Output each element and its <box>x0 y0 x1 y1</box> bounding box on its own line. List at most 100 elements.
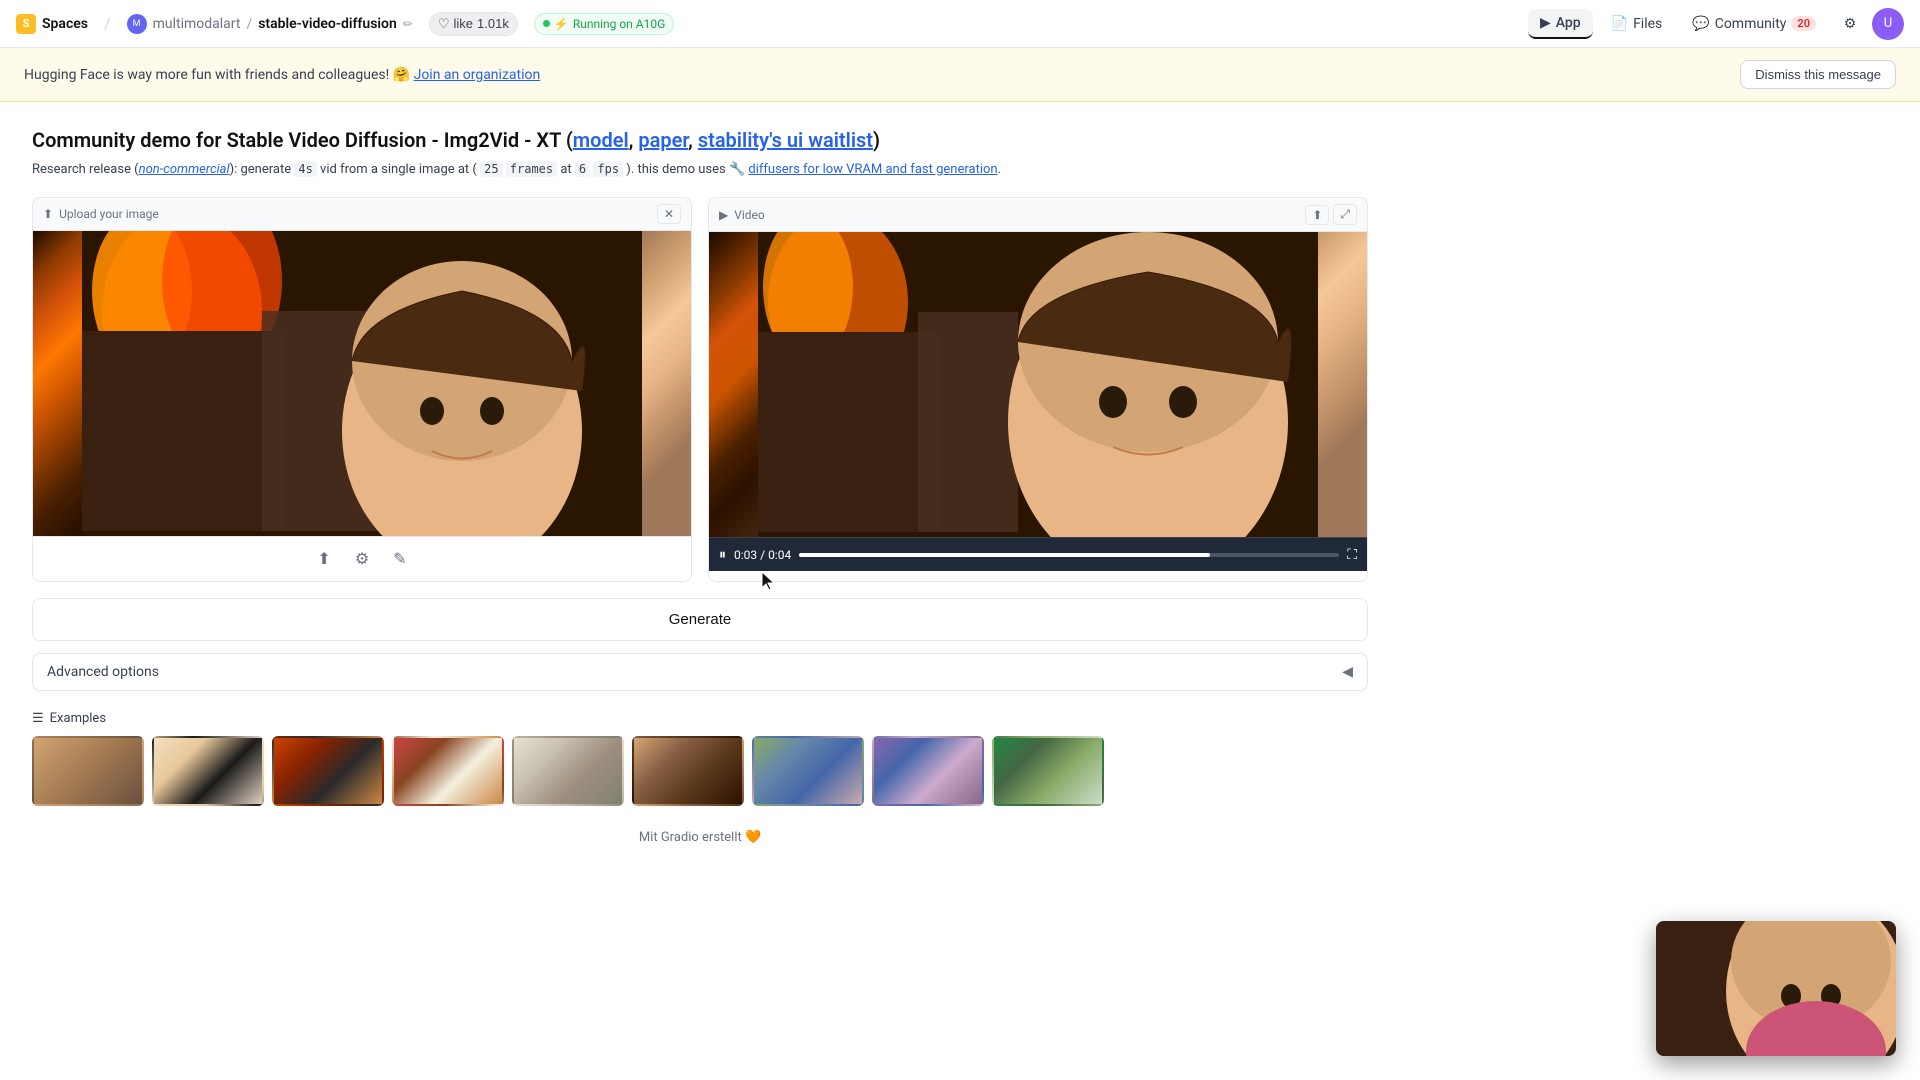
floating-video-widget[interactable] <box>1656 921 1896 1056</box>
files-icon: 📄 <box>1611 16 1628 32</box>
example-thumb-5[interactable] <box>512 736 624 806</box>
spaces-label: Spaces <box>42 16 88 32</box>
dismiss-button[interactable]: Dismiss this message <box>1740 60 1896 89</box>
subtitle-text: Research release (non-commercial): gener… <box>32 162 1368 177</box>
title-model-link[interactable]: model <box>573 128 629 152</box>
example-thumb-1[interactable] <box>32 736 144 806</box>
video-header-left: ▶ Video <box>719 208 765 222</box>
title-suffix: ) <box>873 128 880 152</box>
upload-icon: ⬆ <box>43 207 53 221</box>
nav-right-group: ▶ App 📄 Files 💬 Community 20 ⚙ U <box>1528 8 1904 40</box>
example-thumb-8[interactable] <box>872 736 984 806</box>
running-label: Running on A10G <box>573 17 665 31</box>
main-content: Community demo for Stable Video Diffusio… <box>0 102 1400 893</box>
video-panel-header: ▶ Video ⬆ ⤢ <box>709 198 1367 232</box>
repo-owner-label: multimodalart <box>153 16 241 32</box>
app-icon: ▶ <box>1540 15 1551 31</box>
title-waitlist-link[interactable]: stability's ui waitlist <box>698 128 873 152</box>
video-icon: ▶ <box>719 208 728 222</box>
generate-button[interactable]: Generate <box>32 598 1368 641</box>
spaces-home-link[interactable]: S Spaces <box>16 14 88 34</box>
examples-header: ☰ Examples <box>32 711 1368 726</box>
settings-button[interactable]: ⚙ <box>1834 8 1866 40</box>
image-svg <box>33 231 691 536</box>
page-title: Community demo for Stable Video Diffusio… <box>32 126 1368 154</box>
advanced-options-toggle[interactable]: Advanced options ◀ <box>32 653 1368 691</box>
spaces-icon: S <box>16 14 36 34</box>
examples-section: ☰ Examples <box>32 711 1368 806</box>
title-paper-link[interactable]: paper <box>638 128 688 152</box>
tab-community[interactable]: 💬 Community 20 <box>1680 10 1828 38</box>
video-progress-fill <box>799 553 1209 557</box>
footer-text: Mit Gradio erstellt 🧡 <box>639 830 761 845</box>
edit-icon[interactable]: ✏ <box>403 17 413 31</box>
video-output-panel: ▶ Video ⬆ ⤢ <box>708 197 1368 582</box>
video-share-button[interactable]: ⬆ <box>1305 205 1329 225</box>
like-label: like <box>454 16 474 31</box>
nav-separator: / <box>104 14 111 33</box>
running-icon: ⚡ <box>554 17 569 31</box>
tab-app[interactable]: ▶ App <box>1528 9 1593 39</box>
upload-label: Upload your image <box>59 207 159 221</box>
title-prefix: Community demo for Stable Video Diffusio… <box>32 128 573 152</box>
title-comma2: , <box>688 128 698 152</box>
time-total-value: 0:04 <box>768 548 791 562</box>
image-panel-header: ⬆ Upload your image ✕ <box>33 198 691 231</box>
announcement-banner: Hugging Face is way more fun with friend… <box>0 48 1920 102</box>
settings-tool-button[interactable]: ⚙ <box>351 545 373 573</box>
heart-icon: ♡ <box>438 16 450 32</box>
repo-info: M multimodalart / stable-video-diffusion… <box>127 14 413 34</box>
panel-header-right: ✕ <box>657 204 681 224</box>
title-comma1: , <box>629 128 639 152</box>
pause-button[interactable]: ⏸ <box>719 546 726 563</box>
video-label: Video <box>734 208 765 222</box>
top-navigation: S Spaces / M multimodalart / stable-vide… <box>0 0 1920 48</box>
join-org-link[interactable]: Join an organization <box>414 67 541 83</box>
community-count-badge: 20 <box>1791 16 1816 31</box>
community-icon: 💬 <box>1692 16 1709 32</box>
like-count: 1.01k <box>477 16 509 31</box>
repo-owner-avatar: M <box>127 14 147 34</box>
running-indicator <box>543 20 550 27</box>
diffusers-link[interactable]: diffusers for low VRAM and fast generati… <box>748 162 997 177</box>
example-thumb-3[interactable] <box>272 736 384 806</box>
example-thumb-9[interactable] <box>992 736 1104 806</box>
repo-sep: / <box>246 16 252 32</box>
chevron-left-icon: ◀ <box>1342 664 1353 680</box>
examples-label: Examples <box>50 711 106 726</box>
video-fullscreen-button[interactable]: ⤢ <box>1333 204 1357 225</box>
image-display <box>33 231 691 536</box>
time-current-value: 0:03 <box>734 548 757 562</box>
repo-name-label: stable-video-diffusion <box>258 16 397 32</box>
floating-video-svg <box>1656 921 1896 1056</box>
banner-message: Hugging Face is way more fun with friend… <box>24 67 410 83</box>
examples-list-icon: ☰ <box>32 711 44 726</box>
share-tool-button[interactable]: ⬆ <box>313 545 334 573</box>
page-footer: Mit Gradio erstellt 🧡 <box>32 806 1368 869</box>
advanced-options-label: Advanced options <box>47 664 159 680</box>
example-thumb-7[interactable] <box>752 736 864 806</box>
panel-header-left: ⬆ Upload your image <box>43 207 159 221</box>
video-progress-bar[interactable] <box>799 553 1339 557</box>
image-tools: ⬆ ⚙ ✎ <box>33 536 691 581</box>
banner-text: Hugging Face is way more fun with friend… <box>24 67 1732 83</box>
non-commercial-link[interactable]: non-commercial <box>139 162 230 177</box>
example-thumb-4[interactable] <box>392 736 504 806</box>
example-thumb-2[interactable] <box>152 736 264 806</box>
demo-panels-row: ⬆ Upload your image ✕ <box>32 197 1368 582</box>
tab-files[interactable]: 📄 Files <box>1599 10 1675 38</box>
video-header-right: ⬆ ⤢ <box>1305 204 1357 225</box>
video-fullscreen-btn[interactable]: ⛶ <box>1347 546 1357 563</box>
files-tab-label: Files <box>1633 16 1662 32</box>
time-separator: / <box>760 548 768 562</box>
video-controls-bar: ⏸ 0:03 / 0:04 ⛶ <box>709 537 1367 571</box>
edit-tool-button[interactable]: ✎ <box>389 545 410 573</box>
image-close-button[interactable]: ✕ <box>657 204 681 224</box>
video-svg <box>709 232 1367 537</box>
user-avatar[interactable]: U <box>1872 8 1904 40</box>
app-tab-label: App <box>1556 15 1581 31</box>
example-thumb-6[interactable] <box>632 736 744 806</box>
video-display <box>709 232 1367 537</box>
like-button[interactable]: ♡ like 1.01k <box>429 12 518 36</box>
image-upload-panel: ⬆ Upload your image ✕ <box>32 197 692 582</box>
